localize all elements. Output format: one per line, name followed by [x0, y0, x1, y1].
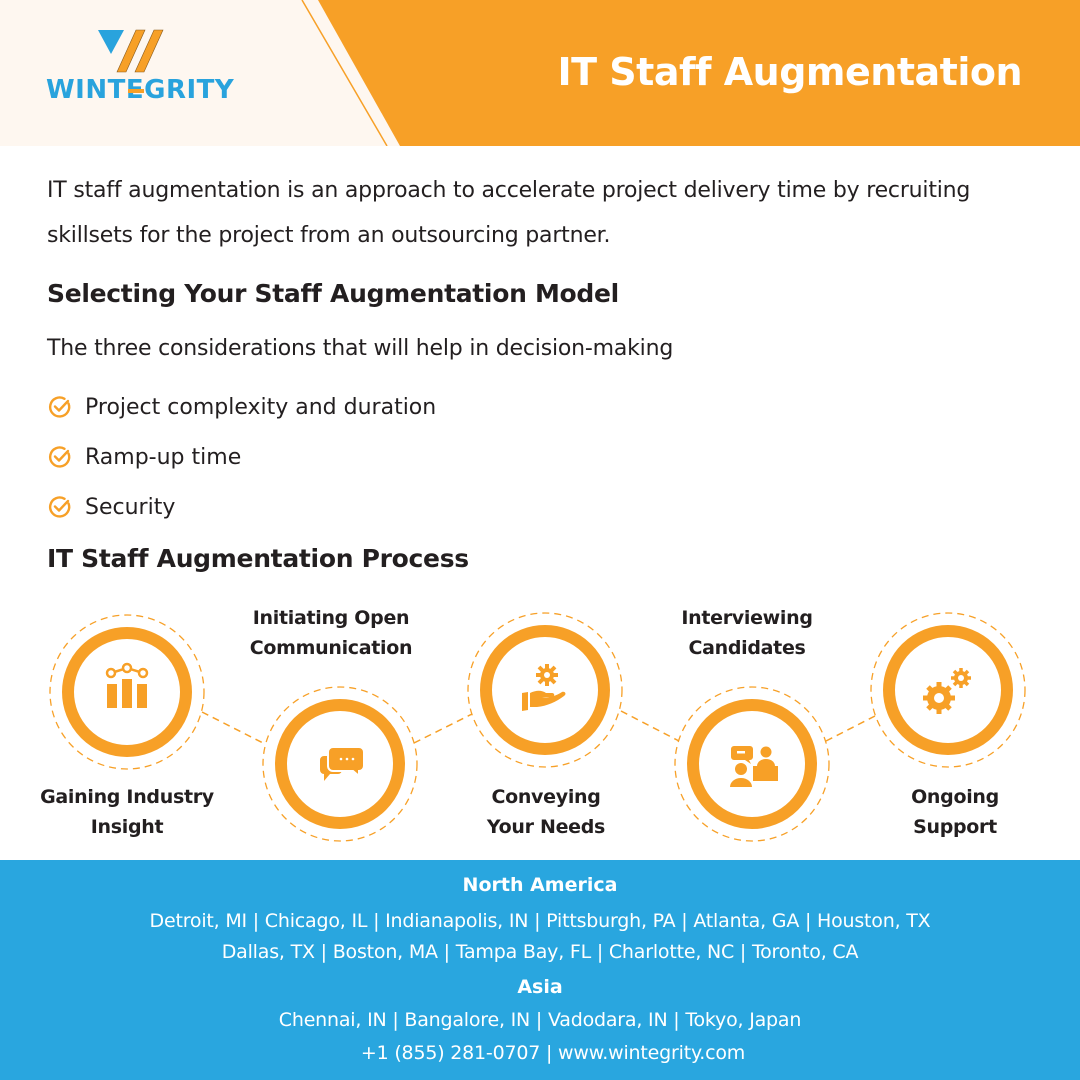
- asia-cities-line: Chennai, IN | Bangalore, IN | Vadodara, …: [278, 1009, 802, 1031]
- north-america-cities-line-2: Dallas, TX | Boston, MA | Tampa Bay, FL …: [221, 941, 859, 963]
- check-circle-icon: [48, 496, 71, 518]
- solid-ring: [480, 625, 610, 755]
- process-step-3: [467, 612, 623, 768]
- step-5-label: Ongoing Support: [911, 786, 999, 838]
- process-diagram: Gaining Industry Insight Initiating Open C…: [0, 590, 1080, 855]
- process-step-5: [870, 612, 1026, 768]
- process-step-2: [262, 686, 418, 842]
- list-item: Project complexity and duration: [47, 382, 436, 432]
- model-heading: Selecting Your Staff Augmentation Model: [47, 279, 619, 308]
- logo-wordmark: WINTEGRITY: [46, 75, 234, 105]
- footer-locations: North America Detroit, MI | Chicago, IL …: [0, 860, 1080, 1080]
- list-item-label: Ramp-up time: [85, 444, 242, 470]
- list-item: Security: [47, 482, 436, 532]
- page-title: IT Staff Augmentation: [557, 50, 1023, 94]
- connector-1-2: [201, 711, 266, 745]
- process-heading: IT Staff Augmentation Process: [47, 544, 469, 573]
- list-item: Ramp-up time: [47, 432, 436, 482]
- step-4-label: Interviewing Candidates: [681, 607, 813, 659]
- bar-chart-icon: [105, 662, 149, 708]
- model-lead-text: The three considerations that will help …: [47, 336, 674, 361]
- check-circle-icon: [48, 446, 71, 468]
- connector-4-5: [825, 715, 876, 742]
- logo-text-e: E: [126, 75, 144, 105]
- step-1-label: Gaining Industry Insight: [40, 786, 214, 838]
- step-2-label: Initiating Open Communication: [249, 607, 413, 659]
- intro-paragraph: IT staff augmentation is an approach to …: [47, 178, 971, 248]
- connector-2-3: [413, 713, 473, 744]
- contact-line[interactable]: +1 (855) 281-0707 | www.wintegrity.com: [0, 1042, 1080, 1064]
- region-heading-asia: Asia: [517, 976, 563, 998]
- process-step-1: [49, 614, 205, 770]
- step-3-label: Conveying Your Needs: [486, 786, 606, 838]
- check-circle-icon: [48, 396, 71, 418]
- list-item-label: Project complexity and duration: [85, 394, 437, 420]
- north-america-cities-line-1: Detroit, MI | Chicago, IL | Indianapolis…: [149, 910, 931, 932]
- list-item-label: Security: [85, 494, 176, 520]
- solid-ring: [687, 699, 817, 829]
- logo-text-left: WINT: [46, 75, 126, 105]
- process-step-4: [674, 686, 830, 842]
- header-banner: WINTEGRITY IT Staff Augmentation: [0, 0, 1080, 146]
- wintegrity-logo[interactable]: WINTEGRITY: [46, 28, 236, 108]
- connector-3-4: [620, 710, 680, 742]
- region-heading-north-america: North America: [462, 874, 618, 896]
- considerations-list: Project complexity and duration Ramp-up …: [47, 382, 436, 532]
- logo-mark-icon: [98, 29, 164, 73]
- logo-text-right: GRITY: [144, 75, 235, 105]
